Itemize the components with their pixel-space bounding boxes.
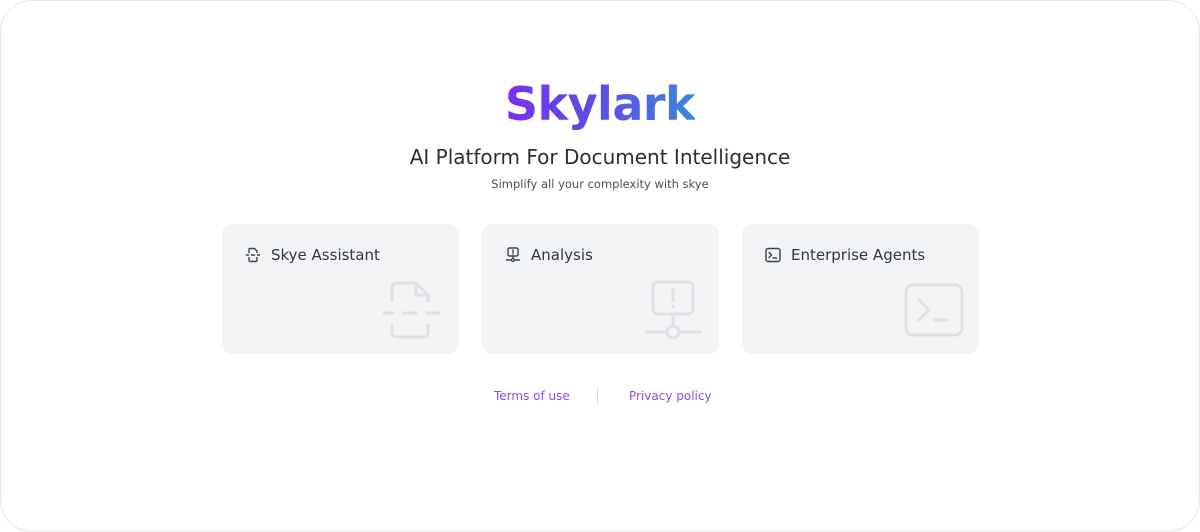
logo-text: Skylark [504,77,696,131]
privacy-policy-link[interactable]: Privacy policy [629,388,712,404]
terminal-icon [904,283,964,337]
skylark-logo: Skylark [0,76,1200,132]
document-scan-icon [245,247,261,263]
terms-of-use-link[interactable]: Terms of use [494,388,570,404]
footer-links: Terms of use Privacy policy [0,386,1200,406]
card-label: Enterprise Agents [791,246,926,264]
card-analysis[interactable]: Analysis [482,224,719,354]
page-headline: AI Platform For Document Intelligence [409,145,791,169]
footer-divider [597,388,598,404]
card-label: Analysis [531,246,593,264]
card-label: Skye Assistant [271,246,380,264]
monitor-alert-icon [644,280,702,340]
card-skye-assistant[interactable]: Skye Assistant [222,224,459,354]
card-enterprise-agents[interactable]: Enterprise Agents [742,224,979,354]
terminal-icon [765,247,781,263]
monitor-alert-icon [505,247,521,263]
page-tagline: Simplify all your complexity with skye [491,177,709,191]
document-scan-icon [383,281,441,339]
